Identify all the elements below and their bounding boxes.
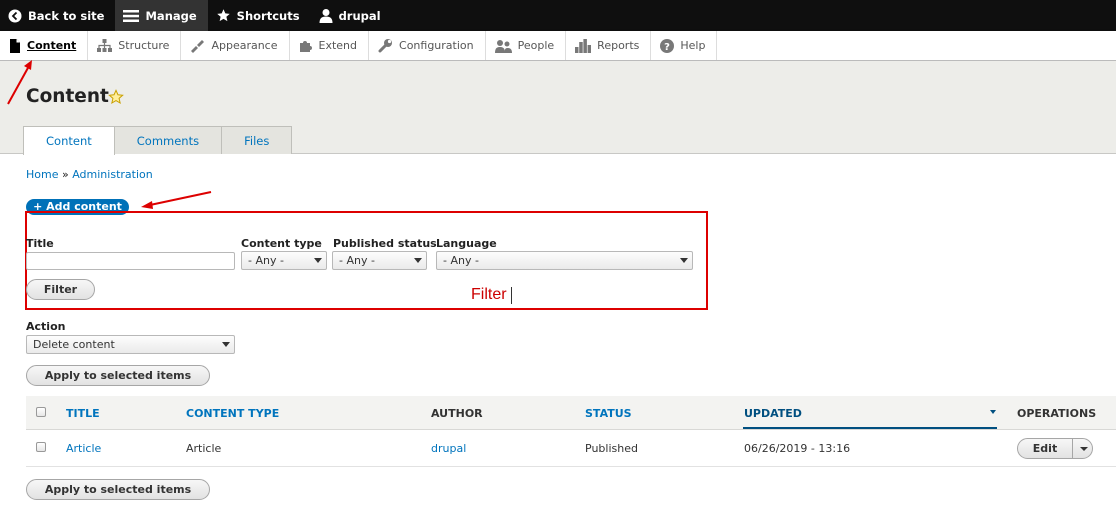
arrow-to-add-content — [141, 191, 212, 209]
annotation-arrows — [7, 60, 212, 209]
arrow-to-content-tab — [7, 60, 32, 105]
